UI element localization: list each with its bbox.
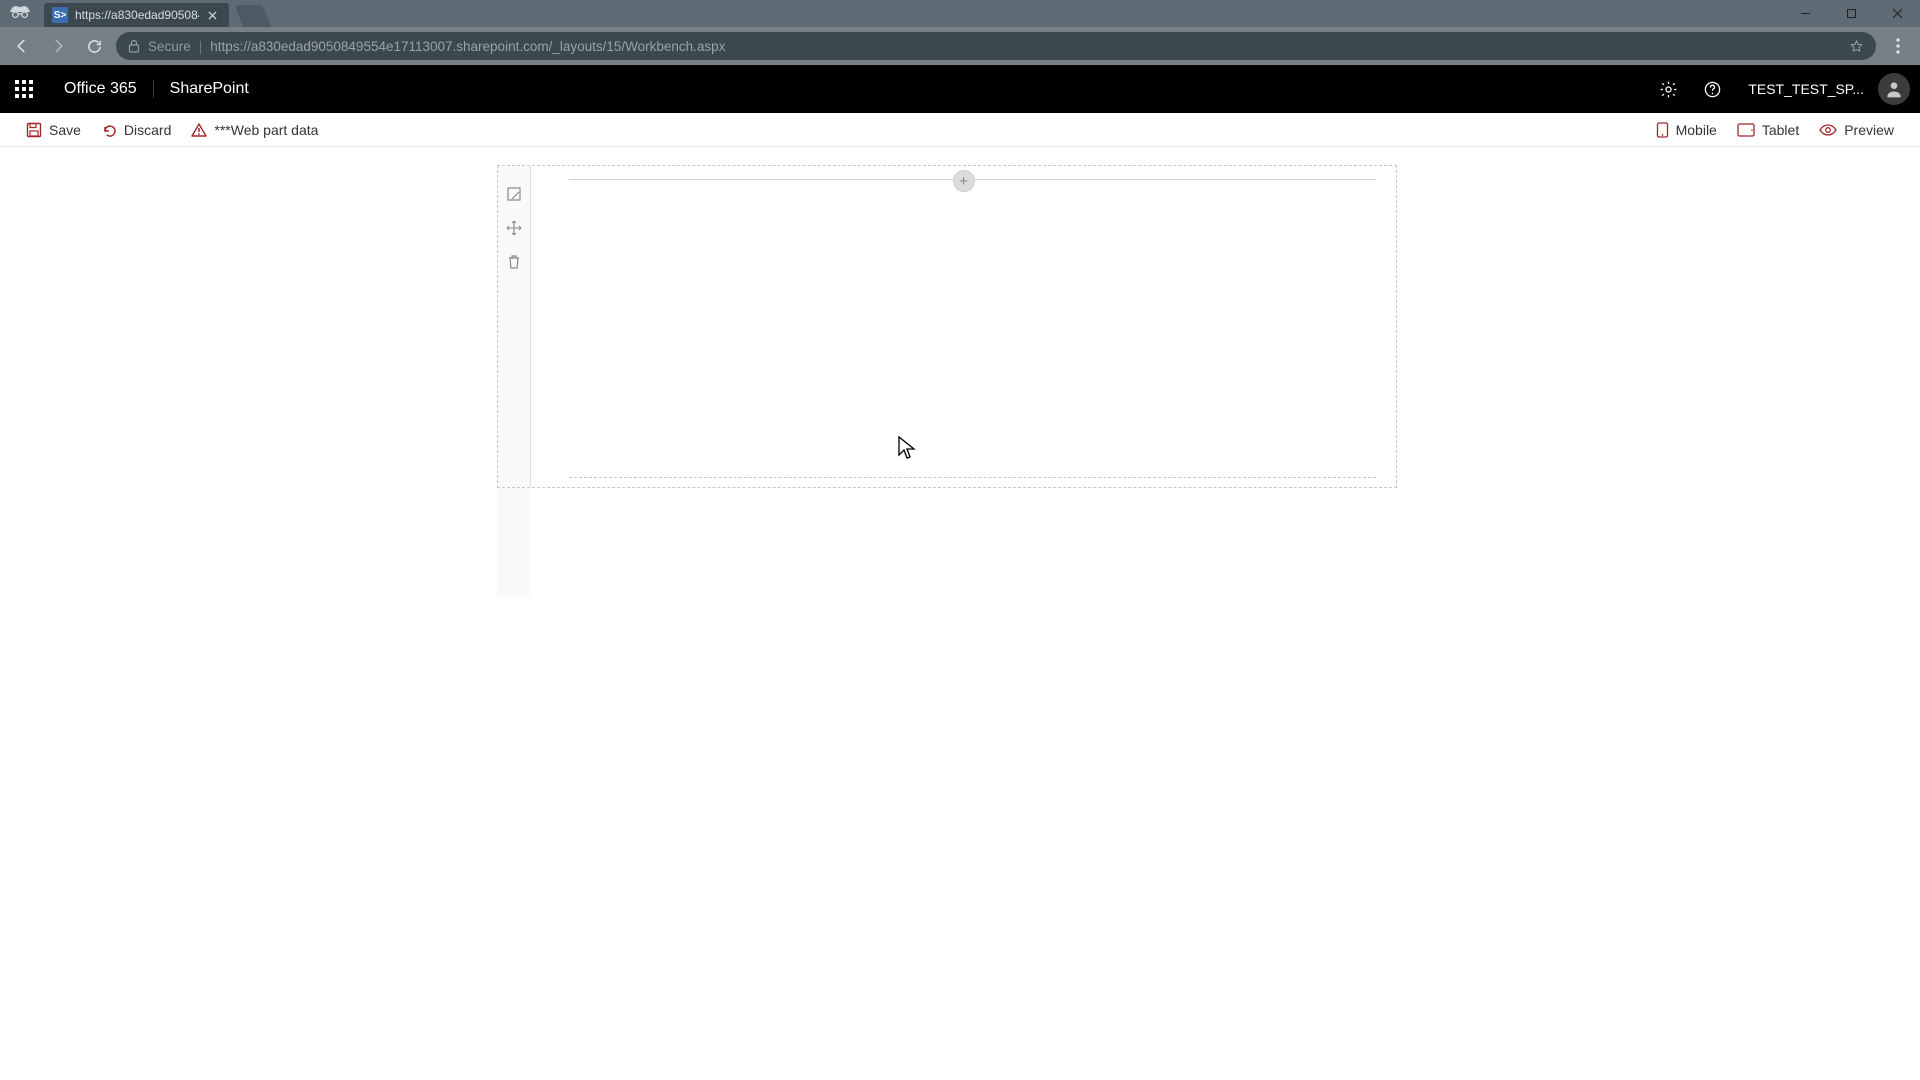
preview-label: Preview: [1844, 122, 1894, 138]
canvas-section[interactable]: +: [497, 165, 1397, 488]
help-button[interactable]: [1690, 65, 1734, 113]
browser-tab-active[interactable]: S> https://a830edad905084: [44, 3, 229, 27]
gear-icon: [1659, 80, 1678, 99]
tablet-icon: [1737, 123, 1755, 137]
waffle-icon: [15, 80, 33, 98]
address-bar[interactable]: Secure | https://a830edad9050849554e1711…: [116, 32, 1876, 60]
user-display-name[interactable]: TEST_TEST_SP...: [1734, 81, 1874, 97]
trash-icon: [507, 254, 521, 270]
window-close-button[interactable]: [1874, 0, 1920, 27]
section-body[interactable]: +: [531, 166, 1396, 487]
mobile-label: Mobile: [1676, 122, 1717, 138]
lock-icon: [128, 39, 140, 53]
tab-favicon-icon: S>: [52, 7, 68, 23]
window-minimize-button[interactable]: [1782, 0, 1828, 27]
help-icon: [1703, 80, 1722, 99]
webpart-data-label: ***Web part data: [214, 122, 318, 138]
save-label: Save: [49, 122, 81, 138]
mobile-icon: [1656, 122, 1669, 138]
app-launcher-button[interactable]: [0, 65, 48, 113]
section-toolbar: [498, 166, 531, 487]
person-icon: [1884, 79, 1904, 99]
discard-button[interactable]: Discard: [91, 113, 181, 147]
move-icon: [506, 220, 522, 236]
settings-button[interactable]: [1646, 65, 1690, 113]
browser-forward-button[interactable]: [44, 32, 72, 60]
webpart-data-button[interactable]: ***Web part data: [181, 113, 328, 147]
undo-icon: [101, 122, 117, 138]
canvas: +: [497, 165, 1397, 488]
workbench-page: +: [0, 147, 1920, 1080]
browser-toolbar: Secure | https://a830edad9050849554e1711…: [0, 27, 1920, 65]
url-host: https://a830edad9050849554e17113007.shar…: [210, 39, 725, 54]
browser-back-button[interactable]: [8, 32, 36, 60]
secure-label: Secure: [148, 39, 191, 54]
bookmark-star-icon[interactable]: [1849, 39, 1864, 54]
save-button[interactable]: Save: [16, 113, 91, 147]
preview-icon: [1819, 124, 1837, 136]
edit-icon: [506, 186, 522, 202]
suite-bar: Office 365 SharePoint TEST_TEST_SP...: [0, 65, 1920, 113]
plus-icon: +: [959, 174, 968, 189]
save-icon: [26, 122, 42, 138]
edit-section-button[interactable]: [504, 184, 524, 204]
tab-close-button[interactable]: [205, 8, 219, 22]
tab-title: https://a830edad905084: [75, 8, 199, 22]
window-maximize-button[interactable]: [1828, 0, 1874, 27]
command-bar: Save Discard ***Web part data Mobile Tab…: [0, 113, 1920, 147]
discard-label: Discard: [124, 122, 171, 138]
browser-tabstrip: S> https://a830edad905084: [0, 0, 1920, 27]
preview-button[interactable]: Preview: [1809, 113, 1904, 147]
browser-menu-button[interactable]: [1884, 32, 1912, 60]
mobile-view-button[interactable]: Mobile: [1646, 113, 1727, 147]
window-controls: [1782, 0, 1920, 27]
browser-reload-button[interactable]: [80, 32, 108, 60]
office-brand[interactable]: Office 365: [48, 80, 153, 98]
tablet-view-button[interactable]: Tablet: [1727, 113, 1809, 147]
delete-section-button[interactable]: [504, 252, 524, 272]
address-separator: |: [199, 39, 203, 54]
warning-icon: [191, 122, 207, 138]
new-tab-button[interactable]: [235, 5, 272, 27]
add-webpart-button[interactable]: +: [953, 170, 975, 192]
section-gutter-extension: [497, 488, 530, 596]
product-name[interactable]: SharePoint: [153, 80, 265, 98]
move-section-button[interactable]: [504, 218, 524, 238]
tablet-label: Tablet: [1762, 122, 1799, 138]
user-avatar[interactable]: [1878, 73, 1910, 105]
section-inner-divider: [569, 477, 1376, 478]
incognito-icon: [6, 2, 34, 22]
